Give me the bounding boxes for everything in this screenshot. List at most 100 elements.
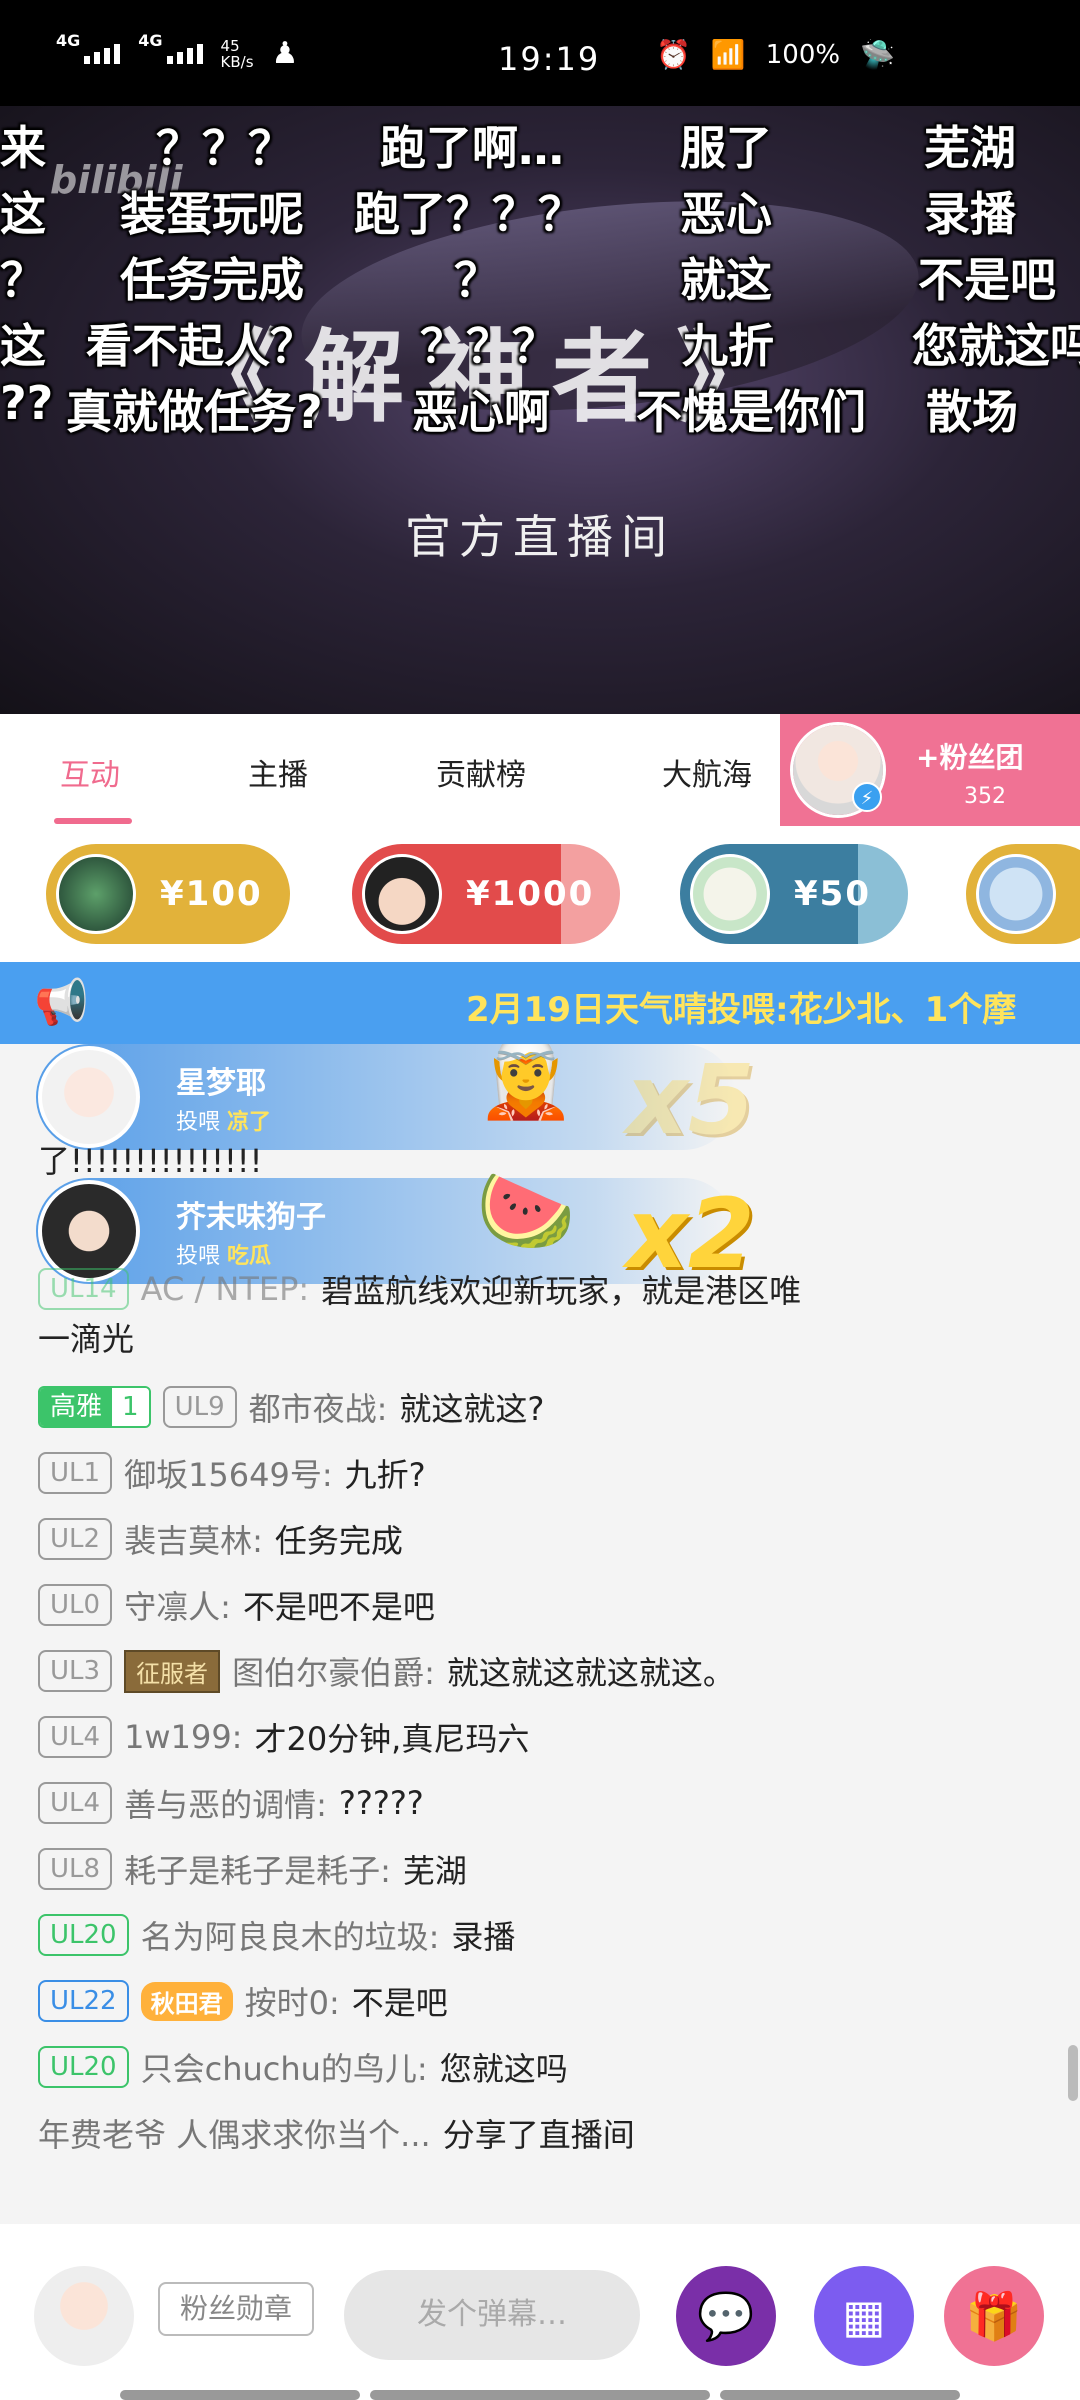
alarm-icon: ⏰	[656, 38, 691, 71]
danmaku-settings-button[interactable]: 💬	[676, 2266, 776, 2366]
title-badge: 征服者	[124, 1649, 221, 1693]
user-level-badge: UL14	[38, 1268, 129, 1310]
username[interactable]: 御坂15649号:	[124, 1450, 333, 1496]
danmaku-comment: 来	[0, 121, 46, 175]
gift-banner: 星梦耶 投喂 凉了 🧝 x5	[36, 1044, 755, 1156]
lightning-icon: ⚡	[852, 782, 882, 812]
gift-button[interactable]: 🎁	[944, 2266, 1044, 2366]
message-text: 就这就这就这就这。	[446, 1654, 735, 1692]
user-level-badge: UL0	[38, 1584, 113, 1626]
username[interactable]: 图伯尔豪伯爵:	[232, 1648, 435, 1694]
gift-pill[interactable]: ¥50	[680, 844, 908, 944]
fans-club-button[interactable]: ⚡ +粉丝团 352	[780, 714, 1080, 826]
network-speed: 45 KB/s	[221, 38, 254, 70]
chat-list[interactable]: 星梦耶 投喂 凉了 🧝 x5 了!!!!!!!!!!!!!!! 芥末味狗子 投喂…	[0, 1044, 1080, 2224]
chat-message: UL4 善与恶的调情: ?????	[38, 1780, 424, 1826]
username[interactable]: 年费老爷 人偶求求你当个...	[38, 2110, 431, 2156]
danmaku-comment: 芜湖	[924, 121, 1016, 175]
tab-contribution[interactable]: 贡献榜	[436, 750, 526, 794]
chat-message: 一滴光	[38, 1314, 134, 1360]
message-text: 不是吧	[351, 1984, 448, 2022]
danmaku-input[interactable]: 发个弹幕…	[344, 2270, 640, 2360]
danmaku-comment: 九折	[682, 319, 774, 373]
user-avatar	[38, 1046, 140, 1148]
danmaku-comment: 不是吧	[918, 253, 1056, 307]
cat-badge: 秋田君	[140, 1981, 233, 2021]
username[interactable]: AC / NTEP:	[141, 1270, 310, 1308]
username[interactable]: 守凛人:	[124, 1582, 231, 1628]
danmaku-comment: ？？？	[156, 121, 294, 175]
user-avatar	[690, 854, 770, 934]
user-level-badge: UL22	[38, 1980, 129, 2022]
username[interactable]: 善与恶的调情:	[124, 1780, 327, 1826]
bottom-bar: 粉丝勋章 发个弹幕… 💬 ▦ 🎁	[0, 2224, 1080, 2400]
gift-pill[interactable]: ¥1000	[352, 844, 620, 944]
gift-icon: 🎁	[965, 2289, 1023, 2343]
user-level-badge: UL4	[38, 1782, 113, 1824]
announcement-text: 2月19日天气晴投喂:花少北、1个摩	[466, 990, 1017, 1030]
message-text: 录播	[451, 1918, 516, 1956]
system-message: 年费老爷 人偶求求你当个... 分享了直播间	[38, 2110, 635, 2156]
username[interactable]: 都市夜战:	[249, 1384, 388, 1430]
user-avatar[interactable]	[34, 2266, 134, 2366]
username[interactable]: 耗子是耗子是耗子:	[124, 1846, 391, 1892]
message-text: 九折?	[344, 1456, 426, 1494]
username[interactable]: 名为阿良良木的垃圾:	[141, 1912, 440, 1958]
danmaku-comment: 装蛋玩呢	[120, 187, 304, 241]
chat-scrollbar[interactable]	[1068, 2045, 1078, 2101]
chat-bubble-icon: 💬	[697, 2289, 755, 2343]
danmaku-comment: 跑了啊…	[380, 121, 564, 175]
signal-icon	[166, 43, 203, 64]
danmaku-comment: 服了	[680, 121, 772, 175]
tab-streamer[interactable]: 主播	[248, 750, 308, 794]
danmaku-comment: 恶心啊	[412, 385, 550, 439]
message-text: 了!!!!!!!!!!!!!!!	[38, 1142, 263, 1180]
gift-pill[interactable]	[966, 844, 1080, 944]
signal-icon	[84, 43, 121, 64]
gift-description: 投喂 凉了	[176, 1104, 271, 1136]
nav-bar-segment	[120, 2390, 360, 2400]
chat-message: UL22 秋田君 按时0: 不是吧	[38, 1978, 448, 2024]
network-indicator-2: 4G	[138, 31, 203, 64]
chat-message: UL1 御坂15649号: 九折?	[38, 1450, 426, 1496]
username[interactable]: 裴吉莫林:	[124, 1516, 263, 1562]
megaphone-icon: 📢	[34, 977, 89, 1028]
user-level-badge: UL20	[38, 1914, 129, 1956]
tab-guard[interactable]: 大航海	[662, 750, 752, 794]
danmaku-comment: ？	[0, 253, 46, 307]
ufo-icon: 🛸	[860, 38, 895, 71]
chat-message: UL14 AC / NTEP: 碧蓝航线欢迎新玩家，就是港区唯	[38, 1266, 801, 1312]
announcement-bar[interactable]: 📢 2月19日天气晴投喂:花少北、1个摩	[0, 962, 1080, 1044]
user-avatar	[976, 854, 1056, 934]
username[interactable]: 1w199:	[124, 1718, 242, 1756]
danmaku-comment: ？	[454, 253, 500, 307]
username[interactable]: 按时0:	[245, 1978, 340, 2024]
danmaku-comment: ??	[0, 376, 54, 430]
chat-message: 高雅 1 UL9 都市夜战: 就这就这?	[38, 1384, 544, 1430]
gift-pill[interactable]: ¥100	[46, 844, 290, 944]
chat-message: 了!!!!!!!!!!!!!!!	[38, 1136, 262, 1182]
message-text: 任务完成	[274, 1522, 403, 1560]
qq-icon: ♟	[271, 36, 299, 71]
gift-multiplier: x5	[626, 1044, 755, 1156]
gift-verb: 投喂	[176, 1110, 221, 1135]
danmaku-comment: 恶心	[680, 187, 772, 241]
fan-medal-button[interactable]: 粉丝勋章	[158, 2282, 314, 2336]
user-level-badge: UL9	[162, 1386, 237, 1428]
chat-message: UL2 裴吉莫林: 任务完成	[38, 1516, 403, 1562]
video-player[interactable]: bilibili 《解神者》 官方直播间 来 ？？？ 跑了啊… 服了 芜湖 这 …	[0, 106, 1080, 714]
gift-item-name: 凉了	[227, 1110, 272, 1135]
user-level-badge: UL20	[38, 2046, 129, 2088]
watermelon-icon: 🍉	[476, 1164, 576, 1257]
fan-medal-name: 高雅	[40, 1388, 113, 1426]
user-level-badge: UL2	[38, 1518, 113, 1560]
username[interactable]: 只会chuchu的鸟儿:	[141, 2044, 428, 2090]
network-type-1: 4G	[56, 30, 81, 50]
message-text: 就这就这?	[399, 1390, 545, 1428]
gift-amount: ¥50	[794, 874, 871, 914]
more-functions-button[interactable]: ▦	[814, 2266, 914, 2366]
gift-sender-name: 芥末味狗子	[176, 1200, 326, 1235]
network-type-2: 4G	[138, 30, 163, 50]
status-bar: 4G 4G 45 KB/s ♟ 19:19 ⏰ 📶 100% 🛸	[0, 0, 1080, 106]
tab-interact[interactable]: 互动	[60, 750, 120, 794]
